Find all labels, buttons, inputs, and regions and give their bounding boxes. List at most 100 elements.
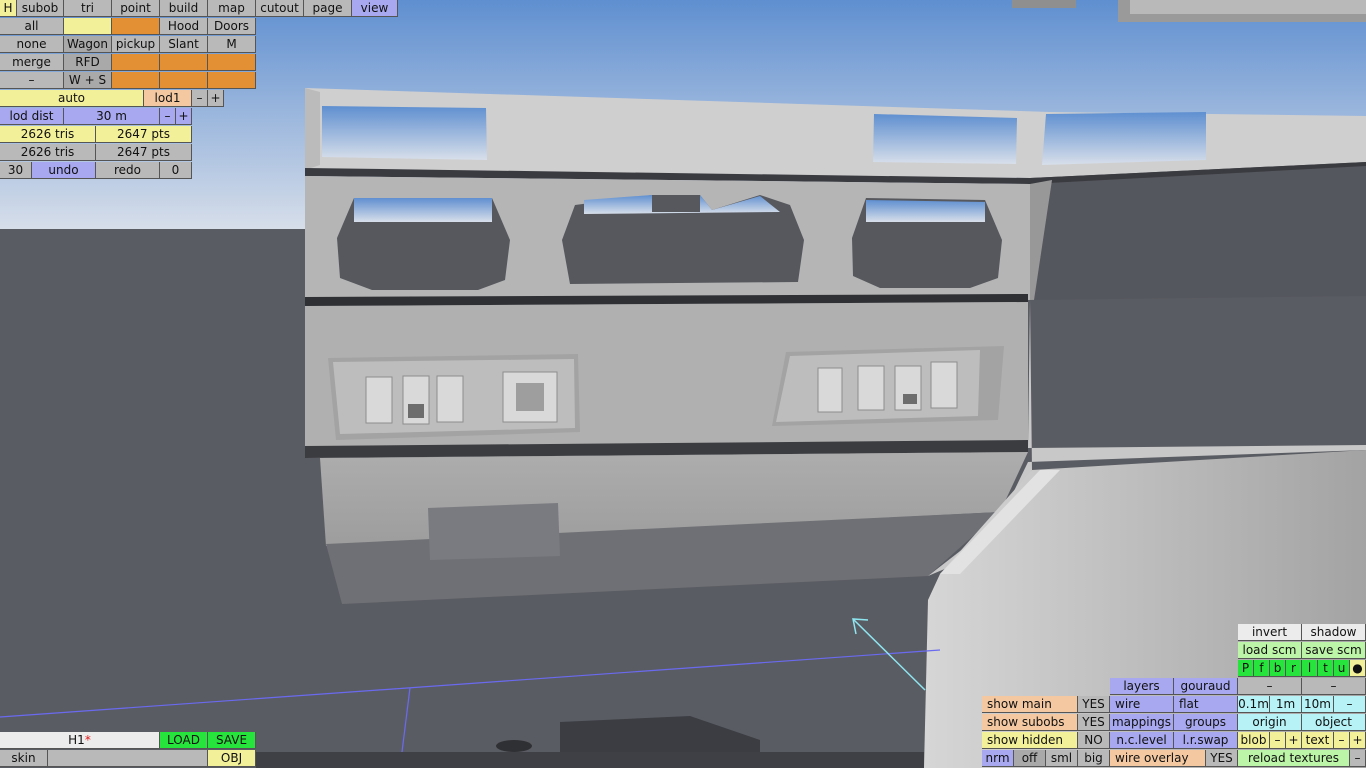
select-slot-button[interactable] bbox=[208, 72, 256, 89]
view-key-b[interactable]: b bbox=[1270, 660, 1286, 677]
w-s-button[interactable]: W + S bbox=[64, 72, 112, 89]
invert-button[interactable]: invert bbox=[1238, 624, 1302, 641]
grid-1m-button[interactable]: 1m bbox=[1270, 696, 1302, 713]
view-key-l[interactable]: l bbox=[1302, 660, 1318, 677]
lod-dist-minus-button[interactable]: – bbox=[160, 108, 176, 125]
obj-button[interactable]: OBJ bbox=[208, 750, 256, 767]
blob-button[interactable]: blob bbox=[1238, 732, 1270, 749]
undo-button[interactable]: undo bbox=[32, 162, 96, 179]
file-name[interactable]: H1* bbox=[0, 732, 160, 749]
show-main-button[interactable]: show main bbox=[982, 696, 1078, 713]
skin-field[interactable] bbox=[48, 750, 208, 767]
tab-build[interactable]: build bbox=[160, 0, 208, 17]
show-subobs-value[interactable]: YES bbox=[1078, 714, 1110, 731]
groups-button[interactable]: groups bbox=[1174, 714, 1238, 731]
tab-tri[interactable]: tri bbox=[64, 0, 112, 17]
lod-mode-button[interactable]: auto bbox=[0, 90, 144, 107]
show-hidden-button[interactable]: show hidden bbox=[982, 732, 1078, 749]
lod-dist-plus-button[interactable]: + bbox=[176, 108, 192, 125]
select-none-button[interactable]: none bbox=[0, 36, 64, 53]
pts-count-total: 2647 pts bbox=[96, 144, 192, 161]
show-subobs-button[interactable]: show subobs bbox=[982, 714, 1078, 731]
reload-textures-button[interactable]: reload textures bbox=[1238, 750, 1350, 767]
wire-button[interactable]: wire bbox=[1110, 696, 1174, 713]
tris-count-total: 2626 tris bbox=[0, 144, 96, 161]
wire-overlay-value[interactable]: YES bbox=[1206, 750, 1238, 767]
view-key-r[interactable]: r bbox=[1286, 660, 1302, 677]
wire-overlay-button[interactable]: wire overlay bbox=[1110, 750, 1206, 767]
select-slot-button[interactable] bbox=[112, 72, 160, 89]
size-big-button[interactable]: big bbox=[1078, 750, 1110, 767]
select-slot-button[interactable] bbox=[208, 54, 256, 71]
layers-button[interactable]: layers bbox=[1110, 678, 1174, 695]
redo-count: 0 bbox=[160, 162, 192, 179]
lr-swap-button[interactable]: l.r.swap bbox=[1174, 732, 1238, 749]
grid-10m-button[interactable]: 10m bbox=[1302, 696, 1334, 713]
save-button[interactable]: SAVE bbox=[208, 732, 256, 749]
size-off-button[interactable]: off bbox=[1014, 750, 1046, 767]
tab-subob[interactable]: subob bbox=[17, 0, 64, 17]
flat-button[interactable]: flat bbox=[1174, 696, 1238, 713]
lod-dist-value[interactable]: 30 m bbox=[64, 108, 160, 125]
slant-button[interactable]: Slant bbox=[160, 36, 208, 53]
wagon-button[interactable]: Wagon bbox=[64, 36, 112, 53]
select-slot-button[interactable] bbox=[112, 18, 160, 35]
tab-view[interactable]: view bbox=[352, 0, 398, 17]
view-key-u[interactable]: u bbox=[1334, 660, 1350, 677]
show-main-value[interactable]: YES bbox=[1078, 696, 1110, 713]
origin-button[interactable]: origin bbox=[1238, 714, 1302, 731]
rfd-button[interactable]: RFD bbox=[64, 54, 112, 71]
blob-minus-button[interactable]: – bbox=[1270, 732, 1286, 749]
grid-minus-button[interactable]: – bbox=[1334, 696, 1366, 713]
gouraud-button[interactable]: gouraud bbox=[1174, 678, 1238, 695]
grid-0-1m-button[interactable]: 0.1m bbox=[1238, 696, 1270, 713]
tab-cutout[interactable]: cutout bbox=[256, 0, 304, 17]
dot-icon[interactable]: ● bbox=[1350, 660, 1366, 677]
text-plus-button[interactable]: + bbox=[1350, 732, 1366, 749]
select-slot-button[interactable] bbox=[160, 72, 208, 89]
tab-point[interactable]: point bbox=[112, 0, 160, 17]
m-button[interactable]: M bbox=[208, 36, 256, 53]
dash-button[interactable]: – bbox=[1238, 678, 1302, 695]
load-scm-button[interactable]: load scm bbox=[1238, 642, 1302, 659]
tab-page[interactable]: page bbox=[304, 0, 352, 17]
viewport-3d[interactable] bbox=[0, 0, 1366, 768]
object-button[interactable]: object bbox=[1302, 714, 1366, 731]
view-key-t[interactable]: t bbox=[1318, 660, 1334, 677]
text-button[interactable]: text bbox=[1302, 732, 1334, 749]
tab-map[interactable]: map bbox=[208, 0, 256, 17]
select-slot-button[interactable] bbox=[160, 54, 208, 71]
lod-plus-button[interactable]: + bbox=[208, 90, 224, 107]
size-nrm-button[interactable]: nrm bbox=[982, 750, 1014, 767]
pts-count: 2647 pts bbox=[96, 126, 192, 143]
modified-mark: * bbox=[84, 733, 91, 747]
save-scm-button[interactable]: save scm bbox=[1302, 642, 1366, 659]
select-all-button[interactable]: all bbox=[0, 18, 64, 35]
text-minus-button[interactable]: – bbox=[1334, 732, 1350, 749]
load-button[interactable]: LOAD bbox=[160, 732, 208, 749]
doors-button[interactable]: Doors bbox=[208, 18, 256, 35]
lod-minus-button[interactable]: – bbox=[192, 90, 208, 107]
lod-level-button[interactable]: lod1 bbox=[144, 90, 192, 107]
h-button[interactable]: H bbox=[0, 0, 17, 17]
view-key-p[interactable]: P bbox=[1238, 660, 1254, 677]
hood-button[interactable]: Hood bbox=[160, 18, 208, 35]
select-slot-button[interactable] bbox=[112, 54, 160, 71]
lod-dist-label: lod dist bbox=[0, 108, 64, 125]
redo-button[interactable]: redo bbox=[96, 162, 160, 179]
skin-button[interactable]: skin bbox=[0, 750, 48, 767]
tris-count: 2626 tris bbox=[0, 126, 96, 143]
minus-button[interactable]: – bbox=[0, 72, 64, 89]
blob-plus-button[interactable]: + bbox=[1286, 732, 1302, 749]
select-slot-button[interactable] bbox=[64, 18, 112, 35]
pickup-button[interactable]: pickup bbox=[112, 36, 160, 53]
view-key-f[interactable]: f bbox=[1254, 660, 1270, 677]
size-sml-button[interactable]: sml bbox=[1046, 750, 1078, 767]
reload-minus-button[interactable]: – bbox=[1350, 750, 1366, 767]
mappings-button[interactable]: mappings bbox=[1110, 714, 1174, 731]
nc-level-button[interactable]: n.c.level bbox=[1110, 732, 1174, 749]
show-hidden-value[interactable]: NO bbox=[1078, 732, 1110, 749]
dash-button[interactable]: – bbox=[1302, 678, 1366, 695]
shadow-button[interactable]: shadow bbox=[1302, 624, 1366, 641]
merge-button[interactable]: merge bbox=[0, 54, 64, 71]
